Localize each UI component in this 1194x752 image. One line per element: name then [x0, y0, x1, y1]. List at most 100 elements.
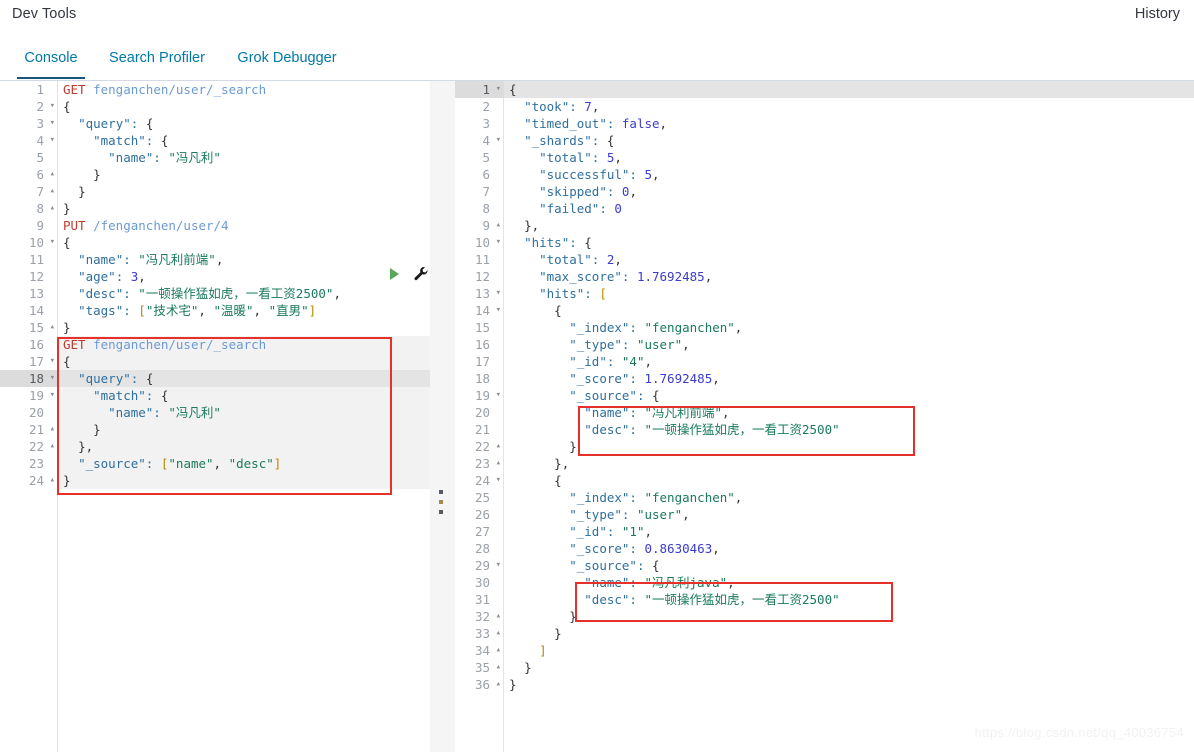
- code-line[interactable]: "_source": {: [504, 387, 1194, 404]
- code-line[interactable]: "desc": "一顿操作猛如虎，一看工资2500": [504, 421, 1194, 438]
- code-line[interactable]: "_source": ["name", "desc"]: [58, 455, 430, 472]
- pane-splitter[interactable]: [430, 81, 455, 752]
- fold-open-icon[interactable]: ▾: [50, 115, 55, 132]
- code-line[interactable]: "_type": "user",: [504, 506, 1194, 523]
- code-line[interactable]: {: [58, 234, 430, 251]
- fold-close-icon[interactable]: ▴: [496, 625, 501, 642]
- code-line[interactable]: "tags": ["技术宅", "温暖", "直男"]: [58, 302, 430, 319]
- code-line[interactable]: "match": {: [58, 387, 430, 404]
- fold-open-icon[interactable]: ▾: [496, 285, 501, 302]
- code-line[interactable]: }: [504, 625, 1194, 642]
- code-line[interactable]: PUT /fenganchen/user/4: [58, 217, 430, 234]
- fold-close-icon[interactable]: ▴: [50, 472, 55, 489]
- code-line[interactable]: }: [58, 183, 430, 200]
- splitter-grip-icon[interactable]: [439, 490, 445, 518]
- code-line[interactable]: "query": {: [58, 115, 430, 132]
- fold-open-icon[interactable]: ▾: [496, 132, 501, 149]
- code-line[interactable]: }: [58, 472, 430, 489]
- fold-close-icon[interactable]: ▴: [496, 642, 501, 659]
- code-line[interactable]: "_source": {: [504, 557, 1194, 574]
- code-line[interactable]: {: [504, 472, 1194, 489]
- response-pane[interactable]: 1 ▾ 2 3 4 ▾ 5 6 7 8 9 ▴ 10 ▾ 11 12 13 ▾ 14 ▾ 15 16 17 18 19 ▾ 20 21…: [455, 81, 1194, 752]
- code-line[interactable]: },: [58, 438, 430, 455]
- code-line[interactable]: GET fenganchen/user/_search: [58, 81, 430, 98]
- code-line[interactable]: "query": {: [58, 370, 430, 387]
- code-line[interactable]: "skipped": 0,: [504, 183, 1194, 200]
- fold-open-icon[interactable]: ▾: [496, 302, 501, 319]
- fold-close-icon[interactable]: ▴: [496, 659, 501, 676]
- wrench-icon[interactable]: [412, 265, 430, 288]
- code-line[interactable]: "hits": {: [504, 234, 1194, 251]
- code-line[interactable]: {: [58, 353, 430, 370]
- fold-close-icon[interactable]: ▴: [496, 455, 501, 472]
- code-line[interactable]: },: [504, 455, 1194, 472]
- tab-search-profiler[interactable]: Search Profiler: [105, 38, 209, 79]
- code-line[interactable]: "name": "冯凡利前端",: [58, 251, 430, 268]
- fold-open-icon[interactable]: ▾: [50, 370, 55, 387]
- code-line[interactable]: "name": "冯凡利java",: [504, 574, 1194, 591]
- code-line[interactable]: "_index": "fenganchen",: [504, 319, 1194, 336]
- fold-open-icon[interactable]: ▾: [50, 353, 55, 370]
- tab-grok-debugger[interactable]: Grok Debugger: [229, 38, 345, 79]
- code-line[interactable]: "hits": [: [504, 285, 1194, 302]
- request-actions[interactable]: [390, 264, 430, 288]
- code-line[interactable]: "_score": 1.7692485,: [504, 370, 1194, 387]
- code-line[interactable]: "desc": "一顿操作猛如虎，一看工资2500": [504, 591, 1194, 608]
- code-line[interactable]: "max_score": 1.7692485,: [504, 268, 1194, 285]
- fold-close-icon[interactable]: ▴: [50, 319, 55, 336]
- code-line[interactable]: "_score": 0.8630463,: [504, 540, 1194, 557]
- fold-close-icon[interactable]: ▴: [50, 438, 55, 455]
- code-line[interactable]: {: [504, 81, 1194, 98]
- code-line[interactable]: "name": "冯凡利前端",: [504, 404, 1194, 421]
- code-line[interactable]: "took": 7,: [504, 98, 1194, 115]
- code-line[interactable]: "total": 5,: [504, 149, 1194, 166]
- fold-open-icon[interactable]: ▾: [496, 472, 501, 489]
- code-line[interactable]: "timed_out": false,: [504, 115, 1194, 132]
- code-line[interactable]: "name": "冯凡利": [58, 404, 430, 421]
- code-line[interactable]: }: [504, 676, 1194, 693]
- code-line[interactable]: }: [58, 319, 430, 336]
- code-line[interactable]: }: [504, 608, 1194, 625]
- request-code-area[interactable]: GET fenganchen/user/_search{ "query": { …: [58, 81, 430, 752]
- code-line[interactable]: "match": {: [58, 132, 430, 149]
- code-line[interactable]: GET fenganchen/user/_search: [58, 336, 430, 353]
- code-line[interactable]: }: [58, 200, 430, 217]
- fold-close-icon[interactable]: ▴: [496, 217, 501, 234]
- code-line[interactable]: ]: [504, 642, 1194, 659]
- fold-open-icon[interactable]: ▾: [50, 387, 55, 404]
- code-line[interactable]: "_id": "4",: [504, 353, 1194, 370]
- fold-close-icon[interactable]: ▴: [496, 438, 501, 455]
- fold-open-icon[interactable]: ▾: [50, 234, 55, 251]
- code-line[interactable]: "name": "冯凡利": [58, 149, 430, 166]
- request-pane[interactable]: 1 2 ▾ 3 ▾ 4 ▾ 5 6 ▴ 7 ▴ 8 ▴ 9 10 ▾ 11 12 13 14 15 ▴ 16 17 ▾ 18 ▾ 19 ▾…: [0, 81, 430, 752]
- code-line[interactable]: }: [504, 659, 1194, 676]
- code-line[interactable]: }: [58, 421, 430, 438]
- code-line[interactable]: "_index": "fenganchen",: [504, 489, 1194, 506]
- code-line[interactable]: {: [504, 302, 1194, 319]
- code-line[interactable]: }: [58, 166, 430, 183]
- fold-close-icon[interactable]: ▴: [496, 608, 501, 625]
- fold-close-icon[interactable]: ▴: [50, 421, 55, 438]
- fold-open-icon[interactable]: ▾: [496, 234, 501, 251]
- code-line[interactable]: },: [504, 217, 1194, 234]
- code-line[interactable]: "_id": "1",: [504, 523, 1194, 540]
- code-line[interactable]: "_shards": {: [504, 132, 1194, 149]
- code-line[interactable]: {: [58, 98, 430, 115]
- fold-open-icon[interactable]: ▾: [496, 387, 501, 404]
- fold-open-icon[interactable]: ▾: [496, 81, 501, 98]
- play-triangle-icon[interactable]: [390, 268, 399, 280]
- history-button[interactable]: History: [1135, 6, 1180, 22]
- fold-close-icon[interactable]: ▴: [50, 200, 55, 217]
- code-line[interactable]: }: [504, 438, 1194, 455]
- code-line[interactable]: "successful": 5,: [504, 166, 1194, 183]
- code-line[interactable]: "failed": 0: [504, 200, 1194, 217]
- tab-console[interactable]: Console: [17, 38, 85, 79]
- fold-open-icon[interactable]: ▾: [50, 98, 55, 115]
- fold-open-icon[interactable]: ▾: [496, 557, 501, 574]
- fold-close-icon[interactable]: ▴: [50, 166, 55, 183]
- code-line[interactable]: "_type": "user",: [504, 336, 1194, 353]
- response-code-area[interactable]: { "took": 7, "timed_out": false, "_shard…: [504, 81, 1194, 752]
- code-line[interactable]: "total": 2,: [504, 251, 1194, 268]
- code-line[interactable]: "age": 3,: [58, 268, 430, 285]
- fold-close-icon[interactable]: ▴: [50, 183, 55, 200]
